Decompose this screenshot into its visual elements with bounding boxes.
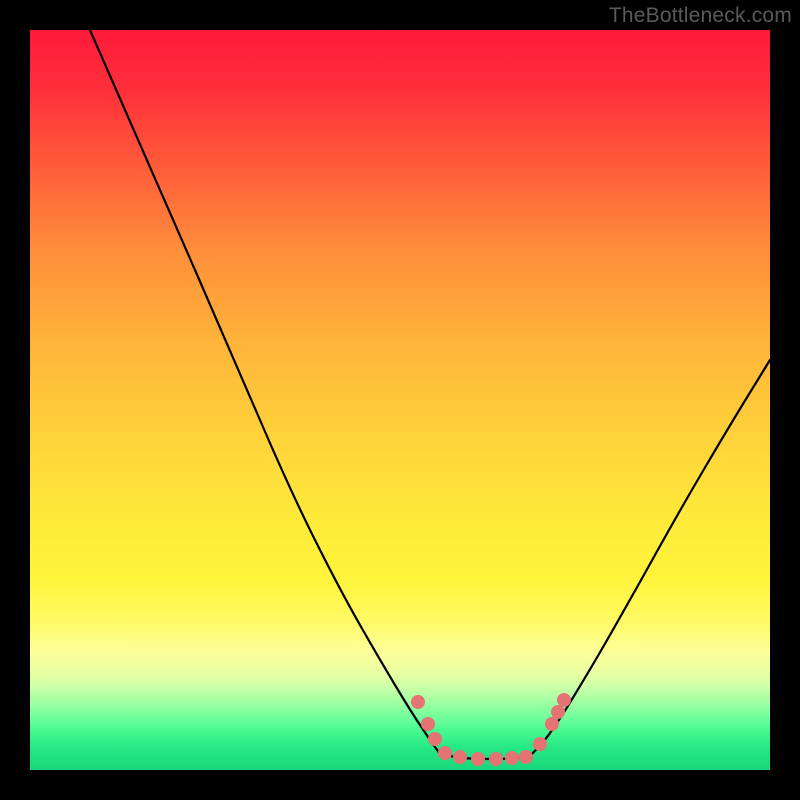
highlight-marker [411,695,425,709]
highlight-marker [471,752,485,766]
highlight-marker [519,750,533,764]
plot-area [30,30,770,770]
highlight-marker [489,752,503,766]
highlight-marker [438,746,452,760]
highlight-marker [557,693,571,707]
highlight-marker [545,717,559,731]
highlight-marker [428,732,442,746]
highlight-marker [505,751,519,765]
highlight-marker [453,750,467,764]
watermark-text: TheBottleneck.com [609,4,792,28]
chart-frame: TheBottleneck.com [0,0,800,800]
highlight-marker [551,705,565,719]
curve-layer [30,30,770,770]
highlight-marker [533,737,547,751]
curve-segment [90,30,440,754]
highlight-marker [421,717,435,731]
